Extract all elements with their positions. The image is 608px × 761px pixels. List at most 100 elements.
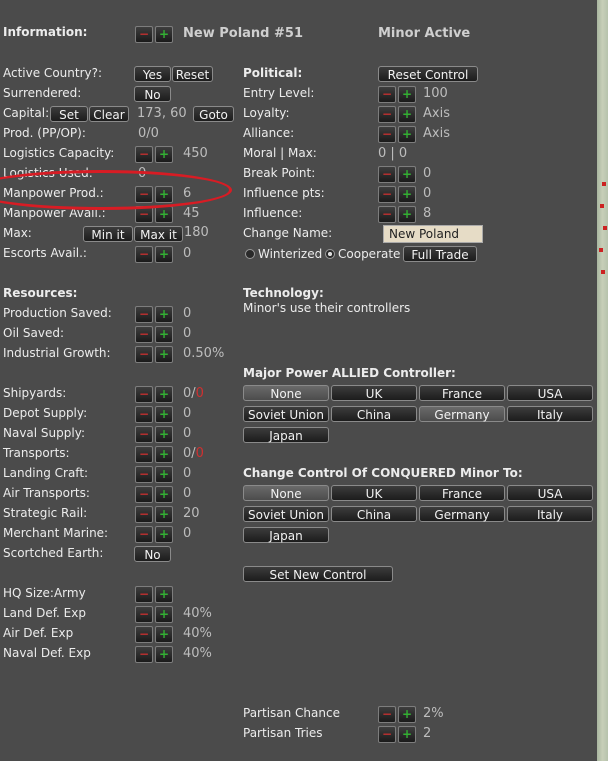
strategic-rail-stepper[interactable]: − +: [135, 506, 173, 523]
plus-icon[interactable]: +: [155, 646, 173, 663]
minus-icon[interactable]: −: [135, 326, 153, 343]
minus-icon[interactable]: −: [135, 606, 153, 623]
minus-icon[interactable]: −: [135, 306, 153, 323]
plus-icon[interactable]: +: [155, 246, 173, 263]
conquered-soviet-union-button[interactable]: Soviet Union: [243, 506, 329, 522]
minus-icon[interactable]: −: [135, 466, 153, 483]
conquered-japan-button[interactable]: Japan: [243, 527, 329, 543]
plus-icon[interactable]: +: [155, 626, 173, 643]
loyalty-stepper[interactable]: − +: [378, 106, 416, 123]
minus-icon[interactable]: −: [378, 706, 396, 723]
winterized-radio[interactable]: [245, 249, 255, 259]
allied-china-button[interactable]: China: [331, 406, 417, 422]
plus-icon[interactable]: +: [398, 86, 416, 103]
partisan-chance-stepper[interactable]: − +: [378, 706, 416, 723]
change-name-input[interactable]: New Poland: [383, 225, 483, 243]
plus-icon[interactable]: +: [398, 186, 416, 203]
depot-supply-stepper[interactable]: − +: [135, 406, 173, 423]
plus-icon[interactable]: +: [155, 406, 173, 423]
conquered-none-button[interactable]: None: [243, 485, 329, 501]
plus-icon[interactable]: +: [398, 206, 416, 223]
min-it-button[interactable]: Min it: [83, 226, 133, 242]
landing-craft-stepper[interactable]: − +: [135, 466, 173, 483]
plus-icon[interactable]: +: [155, 206, 173, 223]
reset-control-button[interactable]: Reset Control: [378, 66, 478, 82]
minus-icon[interactable]: −: [135, 446, 153, 463]
conquered-italy-button[interactable]: Italy: [507, 506, 593, 522]
production-saved-stepper[interactable]: − +: [135, 306, 173, 323]
minus-icon[interactable]: −: [135, 26, 153, 43]
minus-icon[interactable]: −: [135, 406, 153, 423]
conquered-usa-button[interactable]: USA: [507, 485, 593, 501]
set-new-control-button[interactable]: Set New Control: [243, 566, 393, 582]
minus-icon[interactable]: −: [135, 526, 153, 543]
plus-icon[interactable]: +: [155, 26, 173, 43]
scorched-earth-no-button[interactable]: No: [134, 546, 171, 562]
cooperate-radio[interactable]: [325, 249, 335, 259]
capital-goto-button[interactable]: Goto: [193, 106, 234, 122]
minus-icon[interactable]: −: [135, 626, 153, 643]
surrendered-no-button[interactable]: No: [134, 86, 171, 102]
land-def-stepper[interactable]: − +: [135, 606, 173, 623]
minus-icon[interactable]: −: [135, 386, 153, 403]
conquered-uk-button[interactable]: UK: [331, 485, 417, 501]
plus-icon[interactable]: +: [155, 606, 173, 623]
minus-icon[interactable]: −: [378, 186, 396, 203]
minus-icon[interactable]: −: [135, 246, 153, 263]
escorts-stepper[interactable]: − +: [135, 246, 173, 263]
influence-pts-stepper[interactable]: − +: [378, 186, 416, 203]
logistics-capacity-stepper[interactable]: − +: [135, 146, 173, 163]
hq-size-stepper[interactable]: − +: [135, 586, 173, 603]
alliance-stepper[interactable]: − +: [378, 126, 416, 143]
partisan-tries-stepper[interactable]: − +: [378, 726, 416, 743]
plus-icon[interactable]: +: [155, 586, 173, 603]
plus-icon[interactable]: +: [155, 386, 173, 403]
reset-button[interactable]: Reset: [172, 66, 213, 82]
plus-icon[interactable]: +: [155, 466, 173, 483]
minus-icon[interactable]: −: [135, 346, 153, 363]
minus-icon[interactable]: −: [135, 506, 153, 523]
yes-button[interactable]: Yes: [134, 66, 171, 82]
plus-icon[interactable]: +: [155, 346, 173, 363]
map-strip[interactable]: [597, 0, 608, 761]
break-point-stepper[interactable]: − +: [378, 166, 416, 183]
max-it-button[interactable]: Max it: [134, 226, 183, 242]
minus-icon[interactable]: −: [378, 126, 396, 143]
plus-icon[interactable]: +: [155, 326, 173, 343]
minus-icon[interactable]: −: [378, 106, 396, 123]
allied-japan-button[interactable]: Japan: [243, 427, 329, 443]
plus-icon[interactable]: +: [155, 306, 173, 323]
naval-def-stepper[interactable]: − +: [135, 646, 173, 663]
minus-icon[interactable]: −: [378, 726, 396, 743]
full-trade-button[interactable]: Full Trade: [403, 246, 477, 262]
conquered-china-button[interactable]: China: [331, 506, 417, 522]
minus-icon[interactable]: −: [135, 646, 153, 663]
allied-france-button[interactable]: France: [419, 385, 505, 401]
industrial-growth-stepper[interactable]: − +: [135, 346, 173, 363]
conquered-germany-button[interactable]: Germany: [419, 506, 505, 522]
allied-germany-button[interactable]: Germany: [419, 406, 505, 422]
conquered-france-button[interactable]: France: [419, 485, 505, 501]
oil-saved-stepper[interactable]: − +: [135, 326, 173, 343]
minus-icon[interactable]: −: [135, 146, 153, 163]
minus-icon[interactable]: −: [378, 206, 396, 223]
plus-icon[interactable]: +: [155, 506, 173, 523]
minus-icon[interactable]: −: [135, 486, 153, 503]
plus-icon[interactable]: +: [398, 166, 416, 183]
plus-icon[interactable]: +: [155, 526, 173, 543]
plus-icon[interactable]: +: [398, 726, 416, 743]
capital-clear-button[interactable]: Clear: [89, 106, 129, 122]
transports-stepper[interactable]: − +: [135, 446, 173, 463]
minus-icon[interactable]: −: [135, 426, 153, 443]
naval-supply-stepper[interactable]: − +: [135, 426, 173, 443]
allied-uk-button[interactable]: UK: [331, 385, 417, 401]
minus-icon[interactable]: −: [378, 166, 396, 183]
plus-icon[interactable]: +: [398, 126, 416, 143]
minus-icon[interactable]: −: [378, 86, 396, 103]
allied-usa-button[interactable]: USA: [507, 385, 593, 401]
country-stepper[interactable]: − +: [135, 26, 173, 43]
air-def-stepper[interactable]: − +: [135, 626, 173, 643]
influence-stepper[interactable]: − +: [378, 206, 416, 223]
plus-icon[interactable]: +: [155, 146, 173, 163]
plus-icon[interactable]: +: [398, 706, 416, 723]
